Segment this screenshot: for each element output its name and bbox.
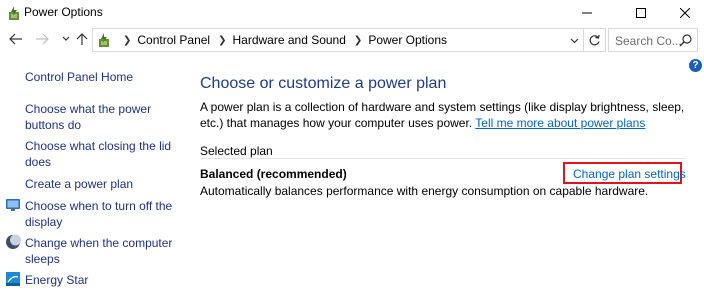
search-icon[interactable] bbox=[679, 33, 693, 47]
search-input[interactable]: Search Co... bbox=[615, 34, 682, 48]
page-title: Choose or customize a power plan bbox=[200, 75, 447, 92]
refresh-button[interactable] bbox=[584, 28, 606, 52]
up-button[interactable] bbox=[74, 31, 90, 47]
sleep-moon-icon bbox=[6, 234, 21, 249]
refresh-icon bbox=[589, 34, 600, 45]
forward-button[interactable] bbox=[34, 31, 50, 47]
display-icon bbox=[6, 199, 20, 211]
sidebar-item-closing-lid[interactable]: Choose what closing the lid does bbox=[25, 138, 175, 170]
sidebar-item-computer-sleeps[interactable]: Change when the computer sleeps bbox=[25, 235, 175, 267]
maximize-button[interactable] bbox=[618, 0, 664, 26]
chevron-down-icon bbox=[570, 38, 578, 43]
chevron-right-icon[interactable]: ❯ bbox=[354, 35, 362, 46]
breadcrumb-control-panel[interactable]: Control Panel bbox=[137, 33, 210, 47]
title-bar: Power Options bbox=[0, 0, 704, 26]
arrow-right-icon bbox=[36, 33, 49, 45]
navigation-bar: ❯ Control Panel ❯ Hardware and Sound ❯ P… bbox=[0, 26, 704, 54]
back-button[interactable] bbox=[8, 31, 24, 47]
minimize-icon bbox=[582, 12, 592, 14]
window-title: Power Options bbox=[24, 5, 103, 19]
energy-star-icon bbox=[6, 272, 20, 286]
recent-locations-button[interactable] bbox=[58, 31, 74, 47]
plan-description: Automatically balances performance with … bbox=[200, 184, 649, 198]
change-plan-settings-link[interactable]: Change plan settings bbox=[573, 167, 686, 181]
power-options-icon bbox=[99, 33, 109, 47]
close-icon bbox=[680, 8, 690, 18]
breadcrumb-hardware-and-sound[interactable]: Hardware and Sound bbox=[233, 33, 346, 47]
plan-name: Balanced (recommended) bbox=[200, 167, 347, 181]
power-options-icon bbox=[9, 6, 19, 20]
sidebar-item-turn-off-display[interactable]: Choose when to turn off the display bbox=[25, 198, 175, 230]
address-dropdown-button[interactable] bbox=[567, 32, 581, 48]
chevron-right-icon[interactable]: ❯ bbox=[123, 35, 131, 46]
search-box[interactable]: Search Co... bbox=[608, 28, 698, 52]
close-button[interactable] bbox=[662, 0, 704, 26]
arrow-left-icon bbox=[9, 33, 22, 45]
main-content: Choose or customize a power plan A power… bbox=[186, 54, 704, 294]
sidebar-item-create-plan[interactable]: Create a power plan bbox=[25, 176, 175, 192]
address-bar[interactable]: ❯ Control Panel ❯ Hardware and Sound ❯ P… bbox=[92, 28, 584, 52]
breadcrumb-power-options[interactable]: Power Options bbox=[368, 33, 447, 47]
control-panel-home-link[interactable]: Control Panel Home bbox=[25, 69, 175, 85]
selected-plan-label: Selected plan bbox=[200, 144, 273, 158]
sidebar-item-energy-star[interactable]: Energy Star bbox=[25, 272, 175, 288]
sidebar-item-power-buttons[interactable]: Choose what the power buttons do bbox=[25, 101, 175, 133]
chevron-down-icon bbox=[62, 36, 70, 41]
chevron-right-icon[interactable]: ❯ bbox=[218, 35, 226, 46]
breadcrumb: ❯ Control Panel ❯ Hardware and Sound ❯ P… bbox=[115, 33, 447, 47]
left-navigation-pane: Control Panel Home Choose what the power… bbox=[0, 54, 186, 294]
maximize-icon bbox=[636, 8, 646, 18]
page-description: A power plan is a collection of hardware… bbox=[200, 99, 686, 131]
divider bbox=[200, 158, 686, 159]
minimize-button[interactable] bbox=[564, 0, 610, 26]
learn-more-link[interactable]: Tell me more about power plans bbox=[475, 116, 645, 130]
arrow-up-icon bbox=[76, 33, 88, 45]
